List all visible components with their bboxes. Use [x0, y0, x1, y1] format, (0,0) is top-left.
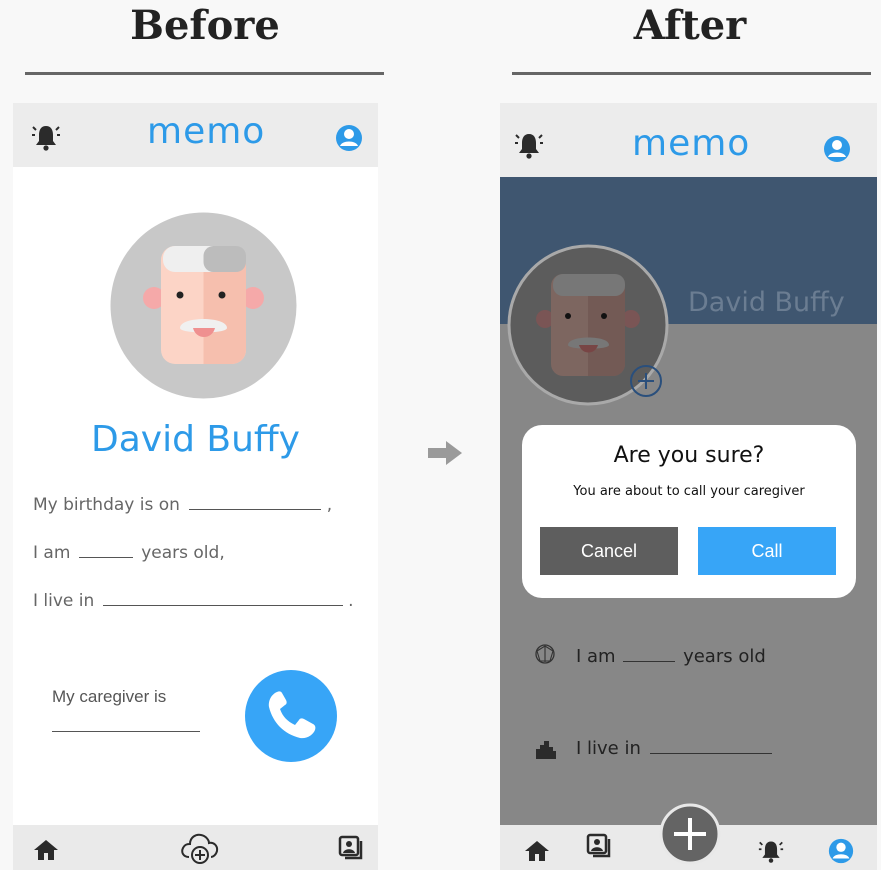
profile-name: David Buffy: [688, 287, 845, 318]
dialog-title: Are you sure?: [613, 443, 765, 468]
live-suffix: .: [348, 591, 354, 611]
photo-album-icon[interactable]: [586, 833, 614, 859]
cloud-add-icon[interactable]: [178, 829, 222, 865]
home-icon[interactable]: [33, 838, 59, 862]
bell-icon[interactable]: [31, 122, 61, 152]
user-icon[interactable]: [827, 837, 855, 865]
caregiver-label: My caregiver is: [52, 687, 167, 706]
live-label: I live in: [576, 738, 641, 759]
after-screen: memo David Buffy I am years old I live i…: [500, 103, 877, 870]
globe-icon: [535, 644, 555, 664]
arrow-right-icon: [428, 441, 462, 465]
live-prompt: I live in .: [33, 591, 354, 611]
heading-before-underline: [25, 72, 384, 75]
app-logo: memo: [147, 111, 266, 152]
age-blank[interactable]: [623, 649, 676, 662]
heading-before: Before: [130, 2, 280, 49]
bottom-nav: [13, 825, 378, 870]
heading-after-underline: [512, 72, 871, 75]
age-prompt: I am years old,: [33, 543, 225, 563]
heading-after: After: [633, 2, 747, 49]
bell-icon[interactable]: [758, 838, 784, 864]
age-label: I am: [33, 543, 71, 563]
birthday-label: My birthday is on: [33, 495, 180, 515]
user-icon[interactable]: [822, 134, 852, 164]
dialog-message: You are about to call your caregiver: [573, 484, 805, 499]
age-suffix: years old: [683, 646, 766, 667]
live-label: I live in: [33, 591, 95, 611]
add-button[interactable]: [659, 803, 721, 865]
user-icon[interactable]: [334, 123, 364, 153]
top-bar: memo: [13, 103, 378, 167]
birthday-suffix: ,: [326, 495, 333, 515]
caregiver-blank[interactable]: [52, 717, 200, 732]
home-icon[interactable]: [524, 839, 550, 863]
app-logo: memo: [632, 123, 751, 164]
age-blank[interactable]: [78, 543, 133, 558]
profile-name: David Buffy: [90, 419, 300, 460]
confirm-dialog: Are you sure? You are about to call your…: [522, 425, 856, 598]
live-prompt: I live in: [576, 738, 772, 759]
before-screen: memo David Buffy My birthday is on , I a…: [13, 103, 378, 870]
call-button[interactable]: Call: [698, 527, 836, 575]
avatar-face[interactable]: [110, 212, 297, 399]
top-bar: memo: [500, 103, 877, 177]
city-icon: [536, 741, 556, 759]
birthday-prompt: My birthday is on ,: [33, 495, 332, 515]
age-label: I am: [576, 646, 616, 667]
live-blank[interactable]: [102, 591, 343, 606]
bell-icon[interactable]: [514, 130, 544, 160]
age-suffix: years old,: [141, 543, 225, 563]
photo-album-icon[interactable]: [338, 835, 366, 861]
cancel-button[interactable]: Cancel: [540, 527, 678, 575]
live-blank[interactable]: [649, 741, 772, 754]
birthday-blank[interactable]: [189, 495, 322, 510]
phone-icon[interactable]: [244, 669, 338, 763]
plus-icon[interactable]: [629, 364, 663, 398]
age-prompt: I am years old: [576, 646, 766, 667]
